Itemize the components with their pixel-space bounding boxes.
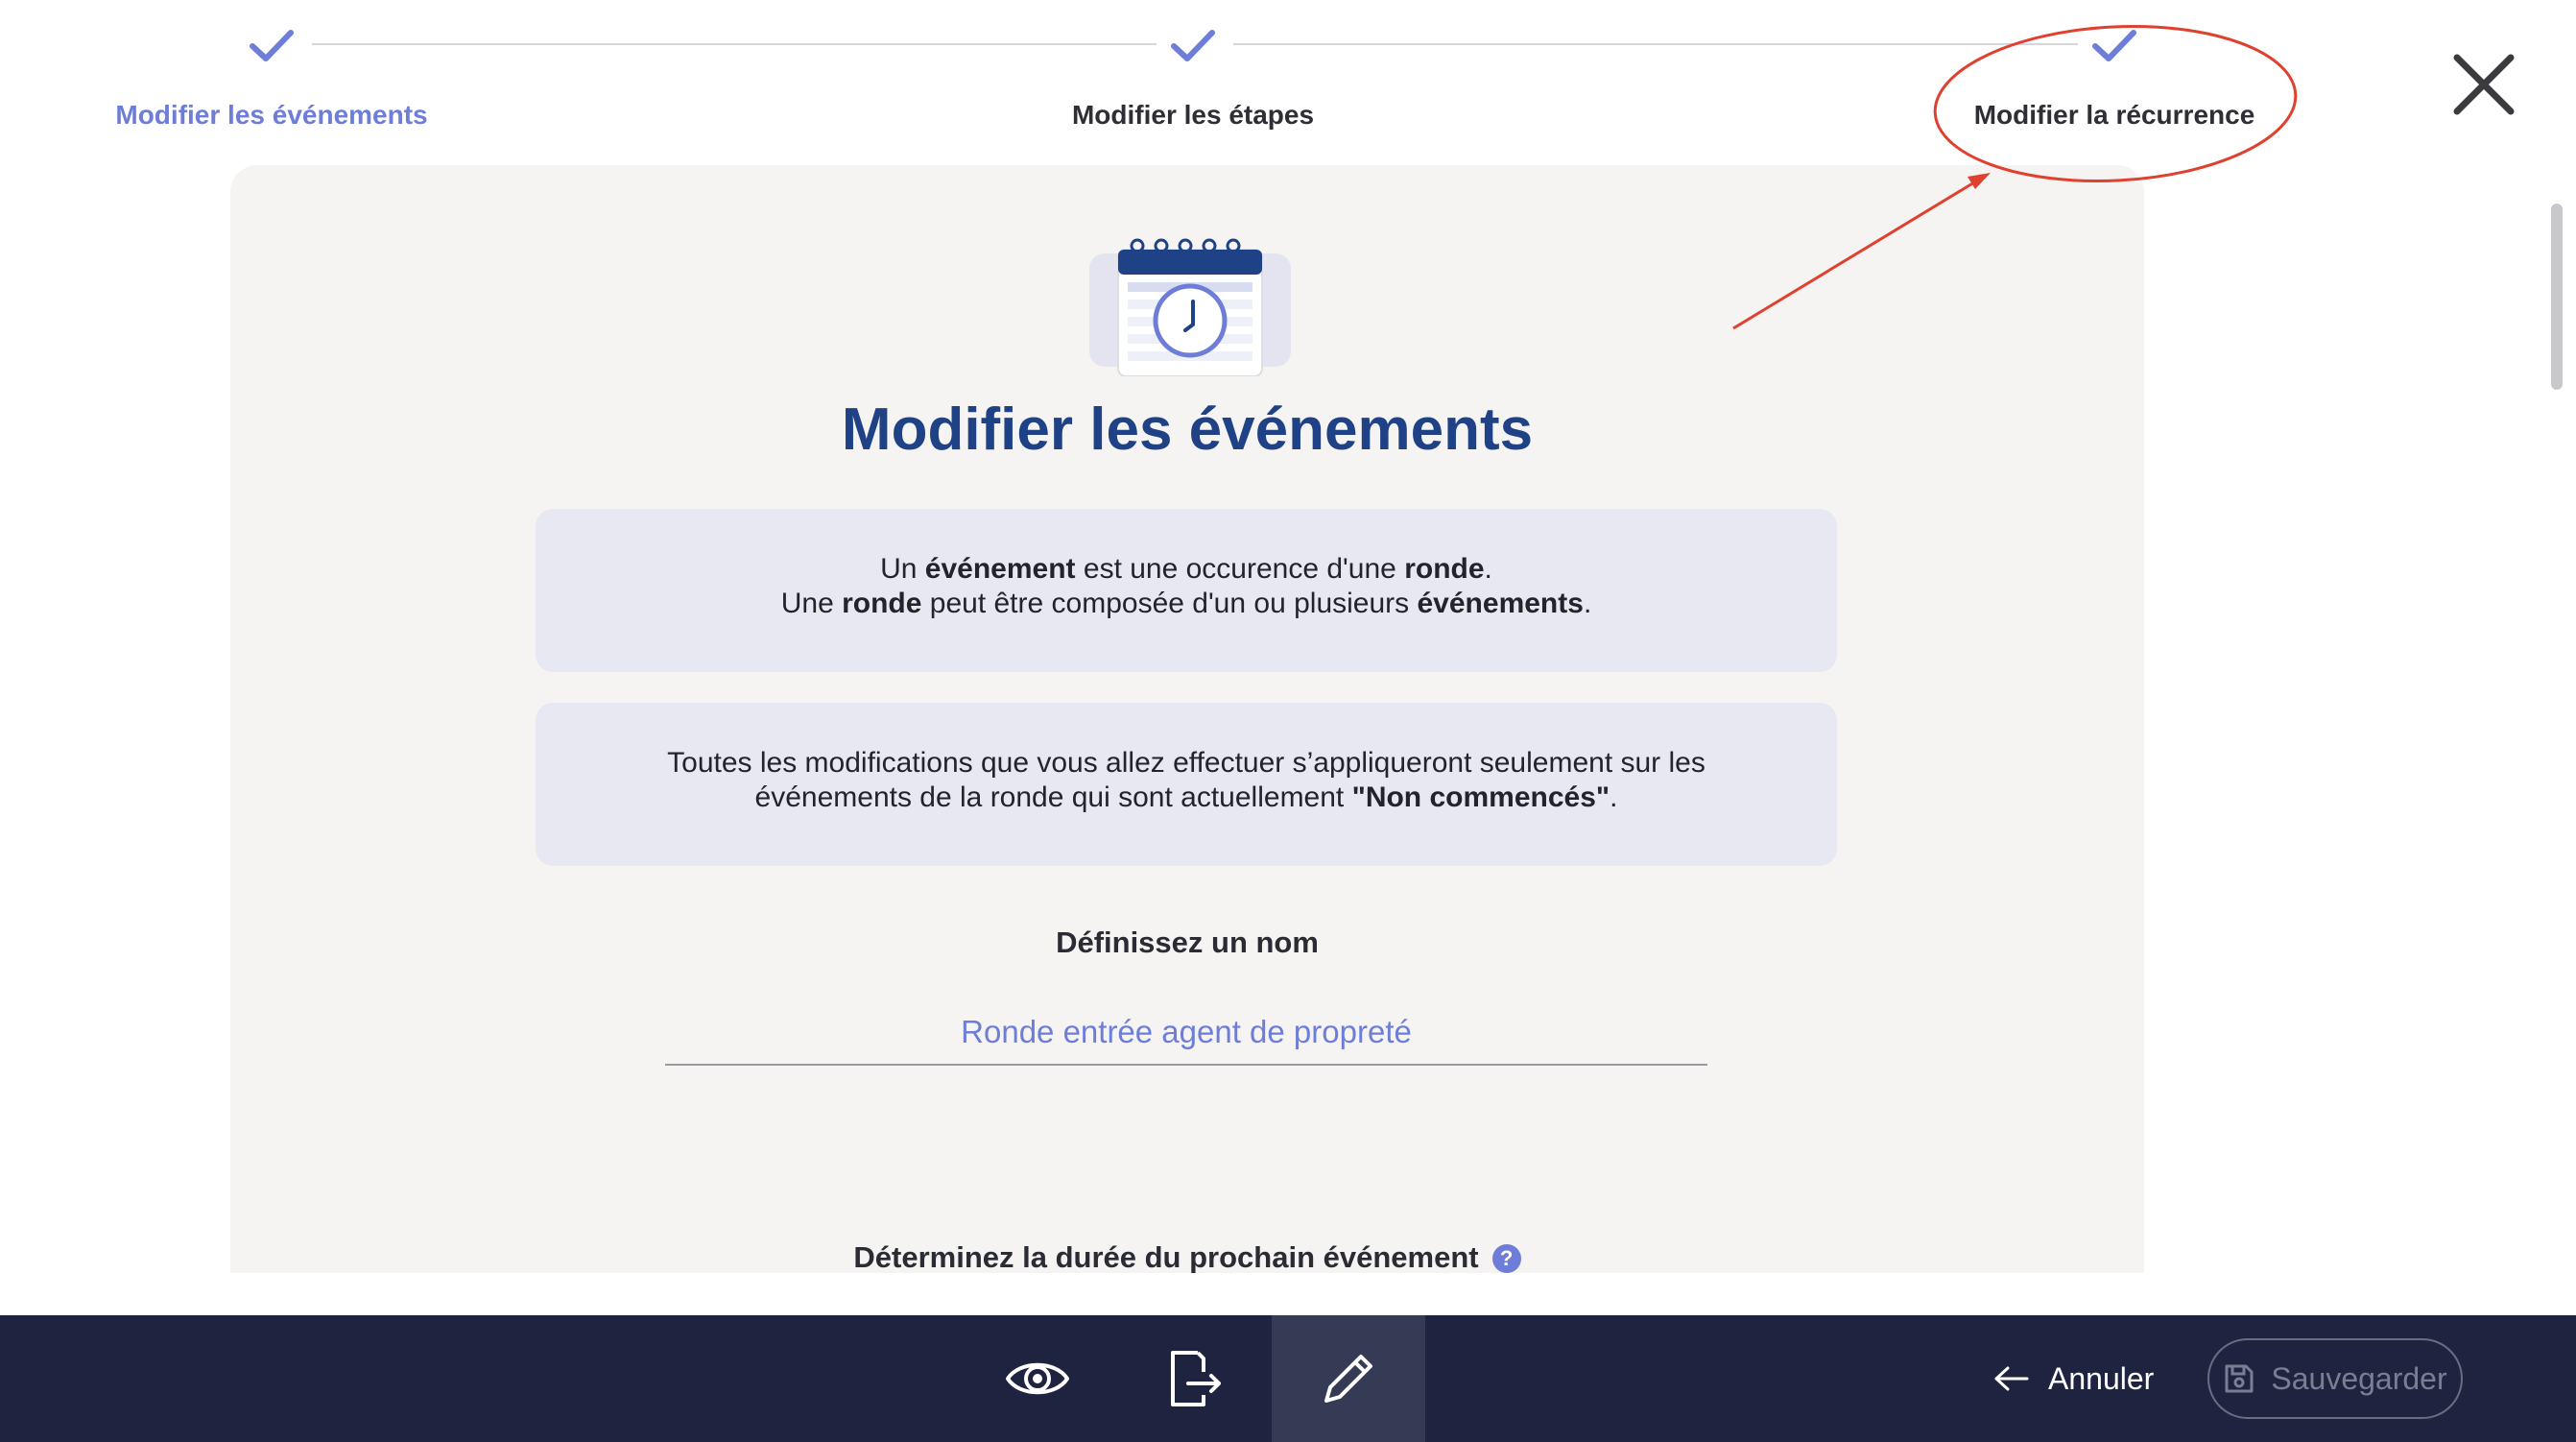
info-line: Une ronde peut être composée d'un ou plu… — [780, 588, 1592, 619]
stepper-connector — [312, 43, 1157, 45]
eye-icon — [1006, 1362, 1069, 1395]
check-icon — [2092, 30, 2136, 61]
step-modifier-recurrence[interactable]: Modifier la récurrence — [1974, 100, 2255, 131]
definition-info-box: Un événement est une occurence d'une ron… — [536, 509, 1837, 672]
info-line: Un événement est une occurence d'une ron… — [880, 553, 1492, 585]
check-icon — [1171, 30, 1215, 61]
page-title: Modifier les événements — [841, 397, 1534, 463]
cancel-button[interactable]: Annuler — [1992, 1344, 2154, 1413]
scrollbar-thumb[interactable] — [2551, 204, 2563, 390]
preview-button[interactable] — [961, 1315, 1114, 1442]
name-field-label: Définissez un nom — [1056, 925, 1319, 959]
help-icon[interactable]: ? — [1491, 1244, 1521, 1273]
arrow-left-icon — [1994, 1366, 2029, 1391]
step-modifier-evenements[interactable]: Modifier les événements — [115, 100, 427, 131]
edit-events-panel: Modifier les événements Un événement est… — [230, 165, 2144, 1273]
save-button[interactable]: Sauvegarder — [2207, 1338, 2463, 1419]
export-button[interactable] — [1116, 1315, 1270, 1442]
name-input[interactable] — [665, 1000, 1707, 1066]
save-icon — [2225, 1364, 2254, 1393]
pencil-icon — [1324, 1355, 1372, 1403]
calendar-clock-icon — [1089, 238, 1291, 376]
export-document-icon — [1171, 1351, 1221, 1406]
edit-button[interactable] — [1272, 1315, 1425, 1442]
bottom-toolbar: Annuler Sauvegarder — [0, 1315, 2576, 1442]
save-label: Sauvegarder — [2271, 1360, 2447, 1396]
duration-field-label: Déterminez la durée du prochain événemen… — [230, 1240, 2144, 1273]
step-modifier-etapes[interactable]: Modifier les étapes — [1072, 100, 1314, 131]
warning-info-box: Toutes les modifications que vous allez … — [536, 703, 1837, 866]
info-line: événements de la ronde qui sont actuelle… — [754, 781, 1618, 813]
stepper-connector — [1233, 43, 2078, 45]
check-icon — [250, 30, 294, 61]
close-icon[interactable] — [2445, 46, 2522, 123]
cancel-label: Annuler — [2048, 1360, 2155, 1396]
info-line: Toutes les modifications que vous allez … — [667, 747, 1705, 779]
